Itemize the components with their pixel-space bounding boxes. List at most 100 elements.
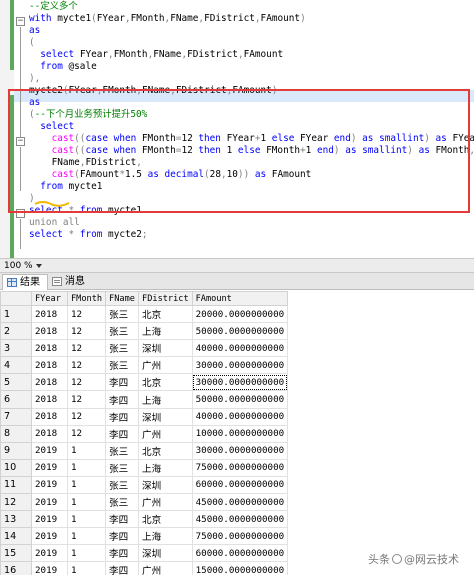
- row-number[interactable]: 10: [0, 458, 32, 477]
- cell-fname[interactable]: 张三: [105, 339, 140, 358]
- row-number[interactable]: 16: [0, 561, 32, 575]
- cell-fmonth[interactable]: 12: [66, 407, 107, 426]
- column-header[interactable]: FMonth: [66, 291, 107, 306]
- cell-fmonth[interactable]: 12: [66, 356, 107, 375]
- row-number[interactable]: 4: [0, 356, 32, 375]
- table-row[interactable]: 1 2018 12 张三 北京 20000.0000000000: [0, 304, 289, 324]
- cell-famount[interactable]: 75000.0000000000: [191, 458, 289, 477]
- cell-fname[interactable]: 李四: [105, 373, 140, 392]
- cell-fmonth[interactable]: 1: [66, 544, 107, 563]
- table-row[interactable]: 4 2018 12 张三 广州 30000.0000000000: [0, 356, 289, 375]
- cell-fdistrict[interactable]: 深圳: [138, 475, 193, 495]
- tab-messages[interactable]: 消息: [48, 274, 94, 290]
- column-header[interactable]: FDistrict: [138, 291, 193, 306]
- cell-fdistrict[interactable]: 上海: [138, 458, 193, 477]
- cell-fyear[interactable]: 2018: [31, 304, 68, 324]
- cell-fyear[interactable]: 2018: [31, 356, 68, 375]
- cell-fmonth[interactable]: 12: [66, 373, 107, 392]
- code-line[interactable]: as: [29, 25, 40, 37]
- cell-fname[interactable]: 李四: [105, 390, 140, 409]
- cell-fname[interactable]: 李四: [105, 407, 140, 426]
- cell-fdistrict[interactable]: 北京: [138, 441, 193, 460]
- row-number[interactable]: 1: [0, 304, 32, 324]
- column-header[interactable]: FAmount: [191, 291, 289, 306]
- tab-results[interactable]: 结果: [2, 274, 48, 290]
- cell-fyear[interactable]: 2019: [31, 510, 68, 529]
- cell-famount[interactable]: 20000.0000000000: [191, 304, 289, 324]
- column-header[interactable]: FName: [105, 291, 140, 306]
- cell-fmonth[interactable]: 12: [66, 322, 107, 341]
- cell-fdistrict[interactable]: 北京: [138, 373, 193, 392]
- row-number[interactable]: 5: [0, 373, 32, 392]
- cell-fname[interactable]: 李四: [105, 424, 140, 443]
- cell-fmonth[interactable]: 1: [66, 441, 107, 460]
- row-number[interactable]: 2: [0, 322, 32, 341]
- cell-fname[interactable]: 李四: [105, 510, 140, 529]
- cell-fyear[interactable]: 2018: [31, 322, 68, 341]
- table-row[interactable]: 8 2018 12 李四 广州 10000.0000000000: [0, 424, 289, 443]
- cell-fmonth[interactable]: 12: [66, 424, 107, 443]
- code-line[interactable]: (: [29, 37, 35, 49]
- code-line[interactable]: select * from mycte2;: [29, 229, 148, 241]
- cell-fdistrict[interactable]: 深圳: [138, 544, 193, 563]
- zoom-level[interactable]: 100 %: [4, 260, 33, 272]
- table-row[interactable]: 9 2019 1 张三 北京 30000.0000000000: [0, 441, 289, 460]
- table-row[interactable]: 3 2018 12 张三 深圳 40000.0000000000: [0, 339, 289, 358]
- cell-famount[interactable]: 60000.0000000000: [191, 544, 289, 563]
- table-row[interactable]: 13 2019 1 李四 北京 45000.0000000000: [0, 510, 289, 529]
- table-row[interactable]: 6 2018 12 李四 上海 50000.0000000000: [0, 390, 289, 409]
- cell-famount[interactable]: 30000.0000000000: [191, 356, 289, 375]
- cell-famount[interactable]: 40000.0000000000: [191, 407, 289, 426]
- cell-fdistrict[interactable]: 北京: [138, 304, 193, 324]
- table-row[interactable]: 10 2019 1 张三 上海 75000.0000000000: [0, 458, 289, 477]
- row-number[interactable]: 14: [0, 527, 32, 546]
- cell-fdistrict[interactable]: 上海: [138, 390, 193, 409]
- code-line[interactable]: union all: [29, 217, 80, 229]
- cell-fname[interactable]: 李四: [105, 544, 140, 563]
- column-header[interactable]: FYear: [31, 291, 68, 306]
- cell-fname[interactable]: 张三: [105, 304, 140, 324]
- cell-famount[interactable]: 45000.0000000000: [191, 510, 289, 529]
- table-row[interactable]: 11 2019 1 张三 深圳 60000.0000000000: [0, 475, 289, 495]
- cell-famount[interactable]: 60000.0000000000: [191, 475, 289, 495]
- cell-famount[interactable]: 40000.0000000000: [191, 339, 289, 358]
- row-number[interactable]: 6: [0, 390, 32, 409]
- cell-fname[interactable]: 张三: [105, 322, 140, 341]
- cell-fyear[interactable]: 2018: [31, 339, 68, 358]
- cell-fdistrict[interactable]: 广州: [138, 424, 193, 443]
- cell-fmonth[interactable]: 12: [66, 304, 107, 324]
- code-line[interactable]: select FYear,FMonth,FName,FDistrict,FAmo…: [29, 49, 283, 61]
- cell-fyear[interactable]: 2019: [31, 441, 68, 460]
- cell-famount[interactable]: 15000.0000000000: [191, 561, 289, 575]
- cell-fmonth[interactable]: 1: [66, 527, 107, 546]
- cell-fmonth[interactable]: 12: [66, 390, 107, 409]
- cell-fdistrict[interactable]: 上海: [138, 527, 193, 546]
- cell-fmonth[interactable]: 1: [66, 493, 107, 512]
- code-line[interactable]: with mycte1(FYear,FMonth,FName,FDistrict…: [29, 13, 306, 25]
- cell-famount[interactable]: 10000.0000000000: [191, 424, 289, 443]
- cell-fname[interactable]: 张三: [105, 441, 140, 460]
- cell-fmonth[interactable]: 1: [66, 561, 107, 575]
- code-line[interactable]: --定义多个: [29, 1, 78, 13]
- fold-toggle-icon[interactable]: −: [16, 17, 25, 26]
- row-number-header[interactable]: [0, 291, 32, 306]
- table-row[interactable]: 14 2019 1 李四 上海 75000.0000000000: [0, 527, 289, 546]
- cell-fmonth[interactable]: 12: [66, 339, 107, 358]
- cell-fname[interactable]: 张三: [105, 475, 140, 495]
- results-grid[interactable]: FYear FMonth FName FDistrict FAmount 1 20…: [0, 291, 474, 575]
- row-number[interactable]: 8: [0, 424, 32, 443]
- zoom-dropdown-icon[interactable]: [36, 264, 42, 268]
- cell-fyear[interactable]: 2018: [31, 407, 68, 426]
- cell-fyear[interactable]: 2019: [31, 544, 68, 563]
- row-number[interactable]: 9: [0, 441, 32, 460]
- cell-fyear[interactable]: 2018: [31, 390, 68, 409]
- cell-fdistrict[interactable]: 北京: [138, 510, 193, 529]
- cell-fmonth[interactable]: 1: [66, 475, 107, 495]
- cell-fdistrict[interactable]: 深圳: [138, 407, 193, 426]
- cell-fyear[interactable]: 2018: [31, 373, 68, 392]
- cell-fname[interactable]: 张三: [105, 493, 140, 512]
- cell-fmonth[interactable]: 1: [66, 458, 107, 477]
- cell-fdistrict[interactable]: 广州: [138, 356, 193, 375]
- cell-famount[interactable]: 30000.0000000000: [191, 441, 289, 460]
- cell-fname[interactable]: 李四: [105, 527, 140, 546]
